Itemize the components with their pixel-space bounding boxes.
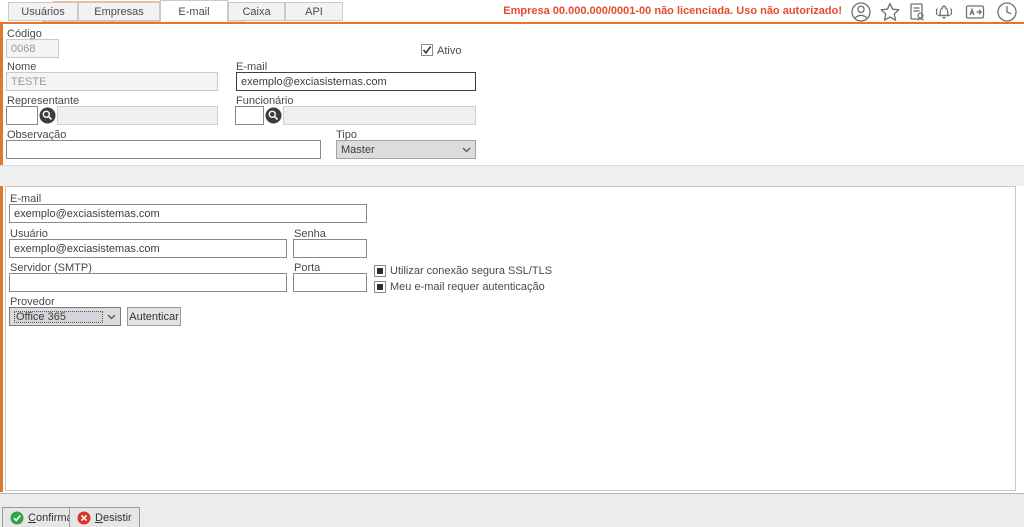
nome-input[interactable] bbox=[6, 72, 218, 91]
tab-empresas[interactable]: Empresas bbox=[78, 2, 160, 21]
panel-senha-input[interactable] bbox=[293, 239, 367, 258]
representante-name-input bbox=[57, 106, 218, 125]
user-icon[interactable] bbox=[850, 1, 872, 23]
funcionario-search-icon[interactable] bbox=[265, 107, 282, 124]
confirm-check-icon bbox=[10, 511, 24, 525]
desistir-label: Desistir bbox=[95, 512, 132, 524]
representante-search-icon[interactable] bbox=[39, 107, 56, 124]
email-input[interactable] bbox=[236, 72, 476, 91]
star-icon[interactable] bbox=[879, 1, 901, 23]
panel-usuario-input[interactable] bbox=[9, 239, 287, 258]
tipo-value: Master bbox=[341, 144, 462, 156]
provedor-value: Office 365 bbox=[14, 311, 103, 323]
accent-top-line bbox=[0, 22, 1024, 24]
tab-email[interactable]: E-mail bbox=[160, 0, 228, 22]
tab-caixa[interactable]: Caixa bbox=[228, 2, 285, 21]
chevron-down-icon bbox=[107, 314, 116, 320]
tab-usuarios[interactable]: Usuários bbox=[8, 2, 78, 21]
ativo-label: Ativo bbox=[437, 45, 461, 57]
auth-label: Meu e-mail requer autenticação bbox=[390, 281, 545, 293]
funcionario-name-input bbox=[283, 106, 476, 125]
desistir-button[interactable]: Desistir bbox=[69, 507, 140, 527]
report-icon[interactable] bbox=[906, 1, 928, 23]
auth-checkbox[interactable] bbox=[374, 281, 386, 293]
ativo-checkbox[interactable] bbox=[421, 44, 433, 56]
autenticar-button[interactable]: Autenticar bbox=[127, 307, 181, 326]
accent-left-line bbox=[0, 24, 3, 492]
panel-email-input[interactable] bbox=[9, 204, 367, 223]
tipo-dropdown[interactable]: Master bbox=[336, 140, 476, 159]
representante-code-input[interactable] bbox=[6, 106, 38, 125]
inner-tab-strip bbox=[0, 165, 1024, 186]
exit-icon[interactable] bbox=[964, 1, 986, 23]
funcionario-code-input[interactable] bbox=[235, 106, 264, 125]
provedor-dropdown[interactable]: Office 365 bbox=[9, 307, 121, 326]
observacao-input[interactable] bbox=[6, 140, 321, 159]
check-icon bbox=[422, 45, 432, 55]
footer-bar: Confirmar Desistir bbox=[0, 493, 1024, 527]
license-warning-text: Empresa 00.000.000/0001-00 não licenciad… bbox=[503, 5, 842, 17]
chevron-down-icon bbox=[462, 147, 471, 153]
cancel-x-icon bbox=[77, 511, 91, 525]
bell-icon[interactable] bbox=[933, 1, 955, 23]
clock-icon[interactable] bbox=[996, 1, 1018, 23]
app-window: 510 - Novos Usuários × Empresa 00.000.00… bbox=[0, 0, 1024, 527]
email-tab-panel: E-mail Usuário Senha Servidor (SMTP) Por… bbox=[5, 186, 1016, 491]
tab-api[interactable]: API bbox=[285, 2, 343, 21]
panel-porta-input[interactable] bbox=[293, 273, 367, 292]
panel-servidor-input[interactable] bbox=[9, 273, 287, 292]
codigo-input[interactable] bbox=[6, 39, 59, 58]
ssl-label: Utilizar conexão segura SSL/TLS bbox=[390, 265, 552, 277]
ssl-checkbox[interactable] bbox=[374, 265, 386, 277]
